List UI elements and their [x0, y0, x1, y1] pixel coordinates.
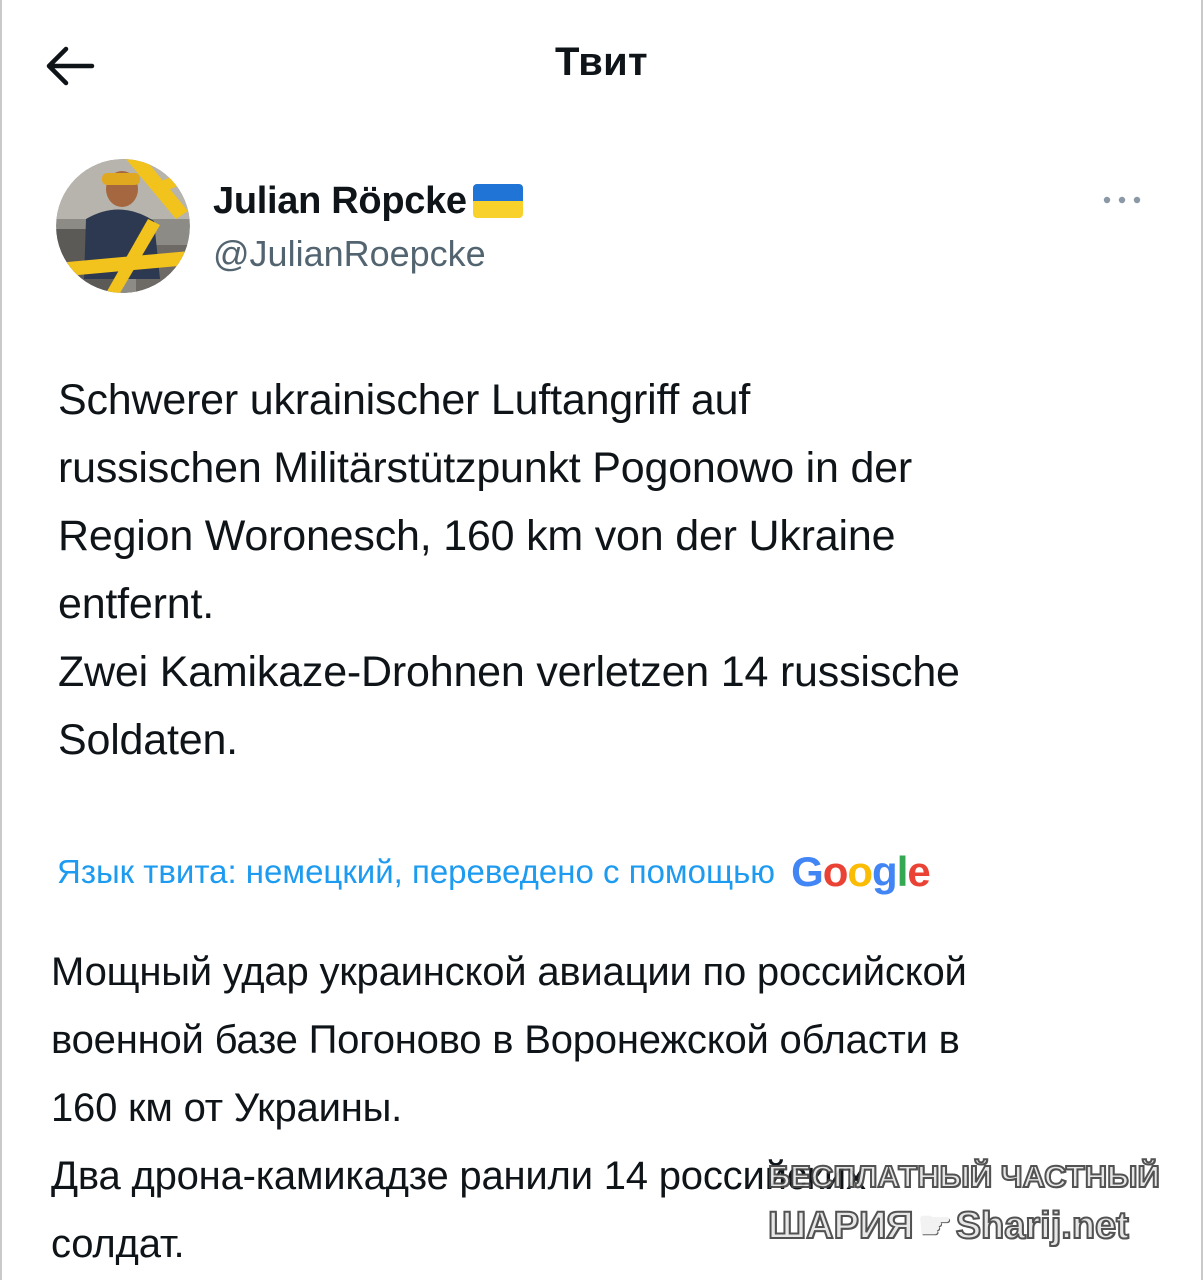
- watermark: БЕСПЛАТНЫЙ ЧАСТНЫЙ ШАРИЯ ☛ Sharij.net: [767, 1156, 1188, 1254]
- more-options-button[interactable]: [1094, 180, 1150, 220]
- display-name[interactable]: Julian Röpcke: [213, 180, 467, 223]
- watermark-left-text: ШАРИЯ: [767, 1204, 915, 1248]
- page-title: Твит: [555, 40, 648, 84]
- pointing-hand-icon: ☛: [917, 1205, 952, 1247]
- avatar[interactable]: [56, 159, 190, 293]
- more-horizontal-icon: [1103, 196, 1141, 204]
- watermark-line-2: ШАРИЯ ☛ Sharij.net: [767, 1198, 1188, 1254]
- translation-label[interactable]: Язык твита: немецкий, переведено с помощ…: [57, 853, 775, 891]
- tweet-text: Schwerer ukrainischer Luftangriff auf ru…: [58, 376, 960, 764]
- google-logo: Google: [791, 848, 931, 895]
- translation-attribution[interactable]: Язык твита: немецкий, переведено с помощ…: [57, 848, 1167, 896]
- watermark-line-1: БЕСПЛАТНЫЙ ЧАСТНЫЙ: [767, 1158, 1161, 1195]
- display-name-row: Julian Röpcke: [213, 175, 523, 227]
- watermark-right-text: Sharij.net: [955, 1204, 1130, 1248]
- ukraine-flag-icon: [472, 184, 523, 218]
- user-handle[interactable]: @JulianRoepcke: [213, 233, 523, 275]
- profile-photo: [56, 159, 190, 293]
- top-bar: Твит: [0, 0, 1203, 130]
- author-info: Julian Röpcke @JulianRoepcke: [213, 175, 523, 275]
